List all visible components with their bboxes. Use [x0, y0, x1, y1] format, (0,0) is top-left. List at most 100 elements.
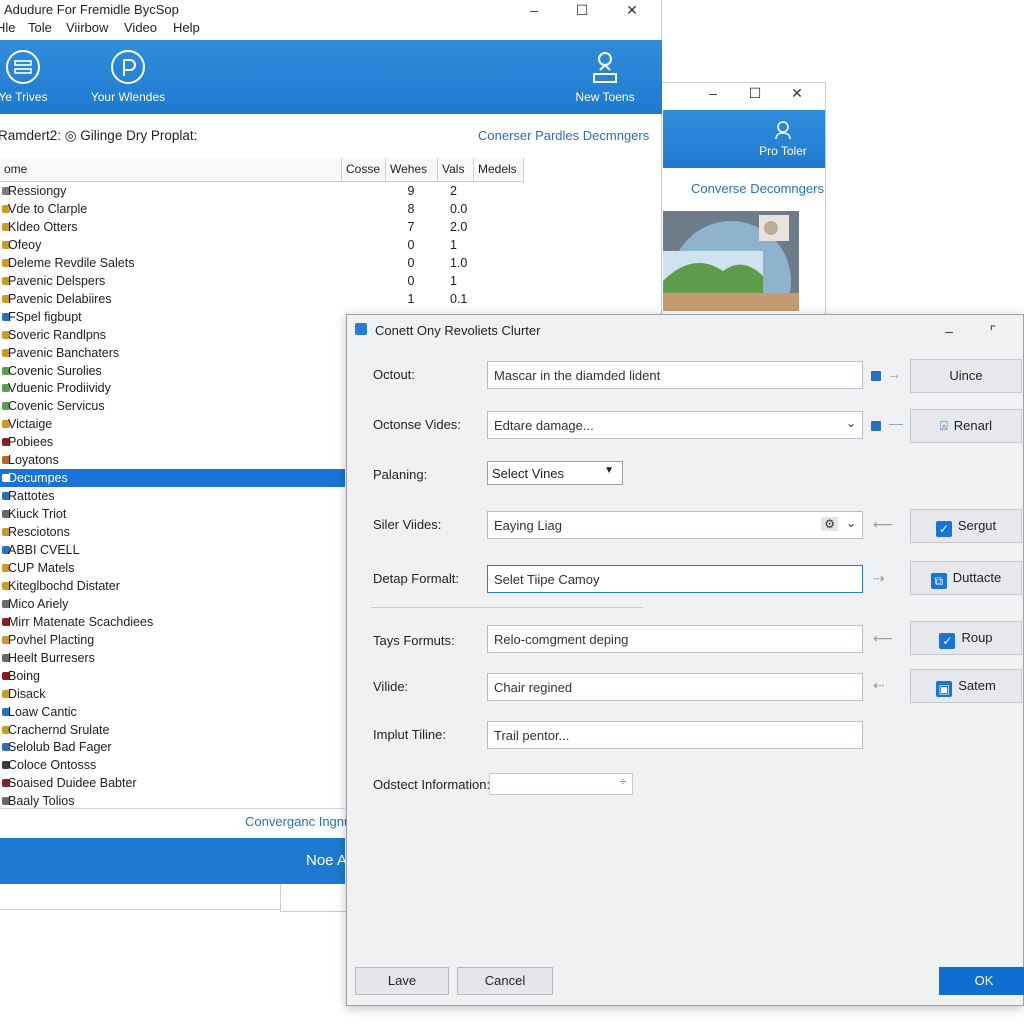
background-panel: [280, 884, 350, 912]
column-header-weeks[interactable]: Wehes: [386, 158, 438, 182]
data-format-field[interactable]: Selet Tiipe Camoy: [487, 565, 863, 593]
list-item[interactable]: Soaised Duidee Babter: [0, 774, 345, 792]
list-item[interactable]: Loyatons: [0, 451, 345, 469]
ok-button[interactable]: OK: [939, 967, 1024, 995]
menu-file[interactable]: Hle: [0, 20, 16, 35]
list-item[interactable]: Victaige: [0, 415, 345, 433]
list-item-name: Resciotons: [8, 525, 70, 540]
slider-video-select[interactable]: Eaying Liag ⚙ ⌄: [487, 511, 863, 539]
list-item[interactable]: Covenic Servicus: [0, 397, 345, 415]
dialog-maximize-button[interactable]: ⌜: [973, 321, 1013, 343]
list-item-name: Boing: [8, 668, 40, 683]
input-title-field[interactable]: Trail pentor...: [487, 721, 863, 749]
dialog-minimize-button[interactable]: –: [929, 321, 969, 343]
minimize-button[interactable]: –: [693, 83, 733, 105]
list-item[interactable]: Mico Ariely: [0, 595, 345, 613]
video-field[interactable]: Chair regined: [487, 673, 863, 701]
cancel-button[interactable]: Cancel: [457, 967, 553, 995]
list-item-vals: 1: [450, 273, 457, 288]
list-item[interactable]: Rattotes: [0, 487, 345, 505]
list-item[interactable]: Selolub Bad Fager: [0, 738, 345, 756]
video-arrow-icon: ⇠: [873, 677, 885, 693]
list-item[interactable]: ABBI CVELL: [0, 541, 345, 559]
list-item[interactable]: Loaw Cantic: [0, 703, 345, 721]
header-link[interactable]: Conerser Pardles Decmngers: [478, 128, 649, 143]
footer-link[interactable]: Converganc Ingnu: [245, 814, 351, 829]
output-field[interactable]: Mascar in the diamded lident: [487, 361, 863, 389]
menu-bar: Hle Tole Viirbow Video Help: [0, 18, 661, 38]
list-item[interactable]: Coloce Ontosss: [0, 756, 345, 774]
list-item[interactable]: Disack: [0, 685, 345, 703]
close-button[interactable]: ✕: [777, 83, 817, 105]
output-icon: [871, 371, 881, 381]
list-item[interactable]: Povhel Placting: [0, 631, 345, 649]
footer-button[interactable]: Noe A: [306, 852, 347, 869]
column-header-vals[interactable]: Vals: [438, 158, 474, 182]
list-item[interactable]: Ofeoy 0 1: [0, 236, 457, 254]
side-button-1[interactable]: Uince: [910, 359, 1022, 393]
menu-tools[interactable]: Tole: [28, 20, 52, 35]
list-item-name: Crachernd Srulate: [8, 722, 110, 737]
menu-video[interactable]: Video: [124, 20, 157, 35]
list-item[interactable]: Kldeo Otters 7 2.0: [0, 218, 467, 236]
menu-window[interactable]: Viirbow: [66, 20, 108, 35]
menu-help[interactable]: Help: [173, 20, 200, 35]
detect-button[interactable]: ⧉ Duttacte: [910, 561, 1022, 595]
list-item[interactable]: Vduenic Prodiividy: [0, 379, 345, 397]
list-item[interactable]: Kiteglbochd Distater: [0, 577, 345, 595]
list-item[interactable]: Pavenic Banchaters: [0, 344, 345, 362]
list-item[interactable]: CUP Matels: [0, 559, 345, 577]
system-button[interactable]: ▣ Satem: [910, 669, 1022, 703]
dialog-app-icon: [355, 323, 367, 335]
list-item[interactable]: FSpel figbupt: [0, 308, 345, 326]
save-button[interactable]: Lave: [355, 967, 449, 995]
preview-image: [663, 211, 799, 311]
maximize-button[interactable]: ☐: [735, 83, 775, 105]
list-item[interactable]: Mirr Matenate Scachdiees: [0, 613, 345, 631]
list-item[interactable]: Vde to Clarple 8 0.0: [0, 200, 467, 218]
list-item-name: Vde to Clarple: [8, 201, 88, 216]
tags-format-field[interactable]: Relo-comgment deping: [487, 625, 863, 653]
list-item[interactable]: Resciotons: [0, 523, 345, 541]
list-item[interactable]: Crachernd Srulate: [0, 721, 345, 739]
list-item[interactable]: Pavenic Delspers 0 1: [0, 272, 457, 290]
copy-icon: ⧉: [930, 573, 947, 589]
input-title-label: Implut Tiline:: [373, 727, 446, 742]
list-item-name: Rattotes: [8, 489, 55, 504]
list-item[interactable]: Deleme Revdile Salets 0 1.0: [0, 254, 467, 272]
list-item[interactable]: Decumpes: [0, 469, 345, 488]
list-item[interactable]: Covenic Surolies: [0, 362, 345, 380]
list-item[interactable]: Pavenic Delabiires 1 0.1: [0, 290, 467, 308]
secondary-link[interactable]: Converse Decomngers: [691, 181, 824, 196]
list-item-weeks: 7: [407, 219, 415, 234]
ribbon-button-tools[interactable]: New Toens: [570, 48, 640, 104]
column-header-models[interactable]: Medels: [474, 158, 524, 182]
data-format-arrow-icon: ⇢: [873, 570, 885, 586]
list-item[interactable]: Boing: [0, 667, 345, 685]
list-item-name: CUP Matels: [8, 560, 75, 575]
column-header-course[interactable]: Cosse: [342, 158, 386, 182]
ribbon-button-drives[interactable]: Ye Trives: [0, 48, 58, 104]
output-label: Octout:: [373, 367, 415, 382]
rename-button[interactable]: ⍓ Renarl: [910, 409, 1022, 443]
list-item-name: Mirr Matenate Scachdiees: [8, 614, 154, 629]
object-info-spinner[interactable]: ÷: [489, 773, 633, 795]
list-item-name: Victaige: [8, 417, 53, 432]
secondary-ribbon-button[interactable]: Pro Toler: [753, 120, 813, 158]
list-item[interactable]: Kiuck Triot: [0, 505, 345, 523]
video-label: Vilide:: [373, 679, 409, 694]
ribbon-button-windows[interactable]: Your Wlendes: [86, 48, 170, 104]
checkbox-icon: ✓: [939, 633, 956, 649]
list-item[interactable]: Heelt Burresers: [0, 649, 345, 667]
column-header-name[interactable]: ome: [0, 158, 342, 182]
side-button-check-1[interactable]: ✓ Sergut: [910, 509, 1022, 543]
planning-select[interactable]: Select Vines ▼: [487, 461, 623, 485]
list-item[interactable]: Pobiees: [0, 433, 345, 451]
slider-video-value: Eaying Liag: [494, 518, 562, 533]
side-button-check-2[interactable]: ✓ Roup: [910, 621, 1022, 655]
list-item[interactable]: Soveric Randlpns: [0, 326, 345, 344]
output-video-select[interactable]: Edtare damage... ⌄: [487, 411, 863, 439]
output-video-value: Edtare damage...: [494, 418, 594, 433]
list-divider: [0, 808, 345, 809]
list-item[interactable]: Ressiongy 9 2: [0, 182, 457, 200]
